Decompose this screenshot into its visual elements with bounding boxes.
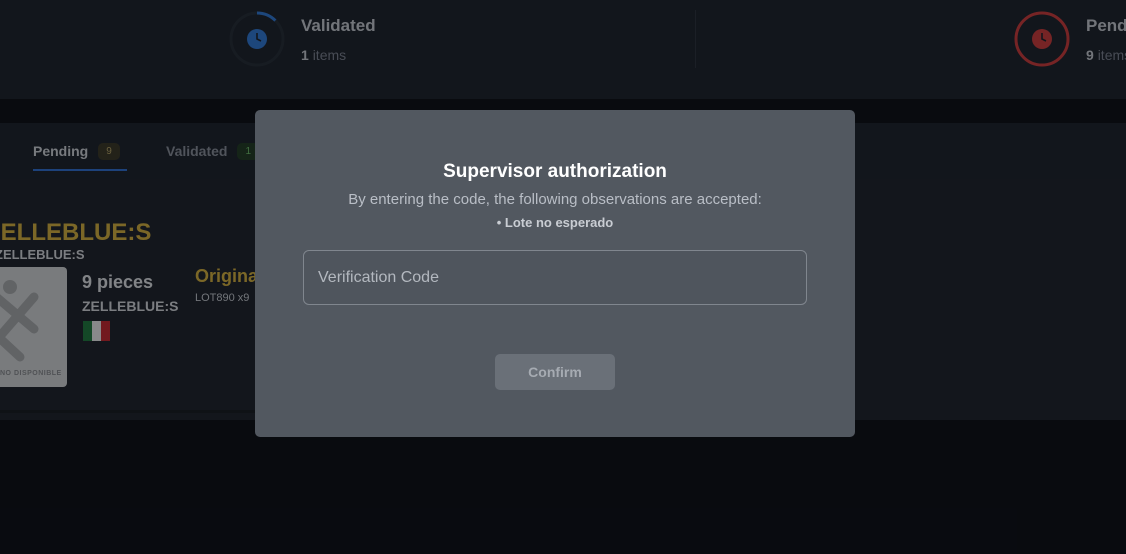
verification-code-input[interactable] bbox=[303, 250, 807, 305]
dialog-title: Supervisor authorization bbox=[443, 161, 667, 182]
dialog-description: By entering the code, the following obse… bbox=[348, 191, 762, 208]
dialog-observation-item: • Lote no esperado bbox=[496, 215, 614, 230]
supervisor-authorization-dialog: Supervisor authorization By entering the… bbox=[255, 110, 855, 437]
confirm-button[interactable]: Confirm bbox=[495, 354, 615, 390]
